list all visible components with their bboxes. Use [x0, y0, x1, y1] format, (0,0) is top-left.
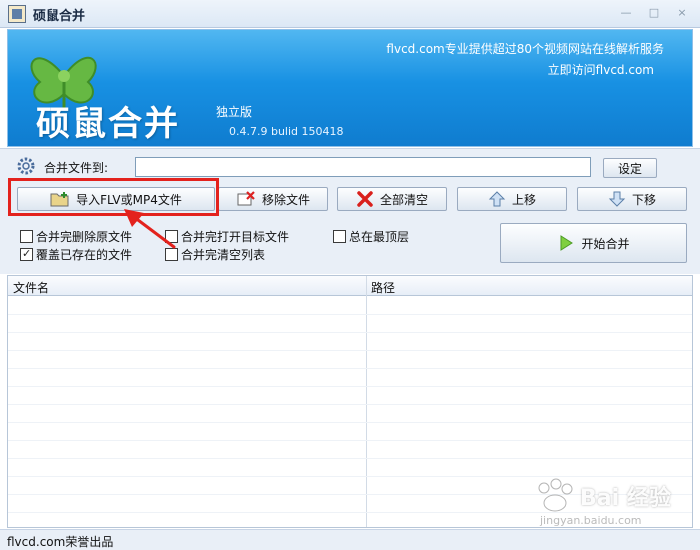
remove-file-label: 移除文件: [261, 192, 310, 207]
close-button[interactable]: ×: [673, 5, 691, 21]
column-header-path[interactable]: 路径: [371, 279, 395, 296]
merge-target-label: 合并文件到:: [44, 161, 109, 175]
pointer-arrow-icon: [124, 209, 176, 249]
option-delete-source[interactable]: 合并完删除原文件: [20, 228, 132, 245]
option-open-target-label: 合并完打开目标文件: [181, 230, 290, 244]
remove-file-button[interactable]: 移除文件: [218, 187, 328, 211]
set-target-button[interactable]: 设定: [603, 158, 657, 178]
app-banner: flvcd.com专业提供超过80个视频网站在线解析服务 立即访问flvcd.c…: [7, 29, 693, 147]
move-down-button[interactable]: 下移: [577, 187, 687, 211]
move-up-label: 上移: [511, 192, 536, 207]
app-icon: [8, 5, 26, 23]
move-down-label: 下移: [631, 192, 656, 207]
window-title: 硕鼠合并: [33, 9, 86, 24]
paw-icon: [538, 478, 573, 512]
banner-version: 0.4.7.9 bulid 150418: [229, 125, 344, 138]
option-overwrite-existing[interactable]: 覆盖已存在的文件: [20, 246, 132, 263]
watermark-text: Bai 经验: [580, 486, 671, 511]
option-always-on-top[interactable]: 总在最顶层: [333, 228, 409, 245]
option-delete-source-label: 合并完删除原文件: [36, 230, 133, 244]
minimize-button[interactable]: —: [617, 5, 635, 21]
option-clear-list-label: 合并完清空列表: [181, 248, 266, 262]
row-gridline: [8, 476, 692, 477]
highlight-box: [8, 178, 219, 216]
status-bar: flvcd.com荣誉出品: [0, 529, 700, 550]
row-gridline: [8, 440, 692, 441]
watermark-url: jingyan.baidu.com: [540, 514, 642, 527]
title-bar: 硕鼠合并 — □ ×: [0, 0, 700, 28]
merge-target-input[interactable]: [135, 157, 591, 177]
checkbox-always-on-top[interactable]: [333, 230, 346, 243]
option-always-on-top-label: 总在最顶层: [349, 230, 410, 244]
option-clear-list[interactable]: 合并完清空列表: [165, 246, 265, 263]
row-gridline: [8, 350, 692, 351]
move-up-button[interactable]: 上移: [457, 187, 567, 211]
option-overwrite-existing-label: 覆盖已存在的文件: [36, 248, 133, 262]
row-gridline: [8, 422, 692, 423]
row-gridline: [8, 386, 692, 387]
checkbox-overwrite-existing[interactable]: [20, 247, 33, 261]
clear-all-label: 全部清空: [379, 192, 428, 207]
column-header-filename[interactable]: 文件名: [13, 279, 49, 296]
maximize-button[interactable]: □: [645, 5, 663, 21]
banner-brand: 硕鼠合并: [36, 104, 180, 144]
start-merge-button[interactable]: 开始合并: [500, 223, 687, 263]
status-text: flvcd.com荣誉出品: [7, 535, 114, 549]
clear-all-button[interactable]: 全部清空: [337, 187, 447, 211]
arrow-up-icon: [488, 191, 506, 207]
row-gridline: [8, 314, 692, 315]
gear-icon: [17, 157, 35, 175]
banner-info-link[interactable]: 立即访问flvcd.com: [548, 61, 654, 78]
row-gridline: [8, 332, 692, 333]
play-icon: [560, 235, 574, 251]
row-gridline: [8, 368, 692, 369]
checkbox-delete-source[interactable]: [20, 230, 33, 243]
red-x-icon: [357, 191, 373, 207]
file-remove-icon: [237, 191, 255, 206]
arrow-down-icon: [608, 191, 626, 207]
start-merge-label: 开始合并: [581, 236, 630, 251]
row-gridline: [8, 404, 692, 405]
table-header: 文件名 路径: [8, 276, 692, 296]
banner-info-line1: flvcd.com专业提供超过80个视频网站在线解析服务: [386, 42, 664, 56]
banner-edition: 独立版: [216, 105, 253, 119]
row-gridline: [8, 458, 692, 459]
option-open-target[interactable]: 合并完打开目标文件: [165, 228, 289, 245]
